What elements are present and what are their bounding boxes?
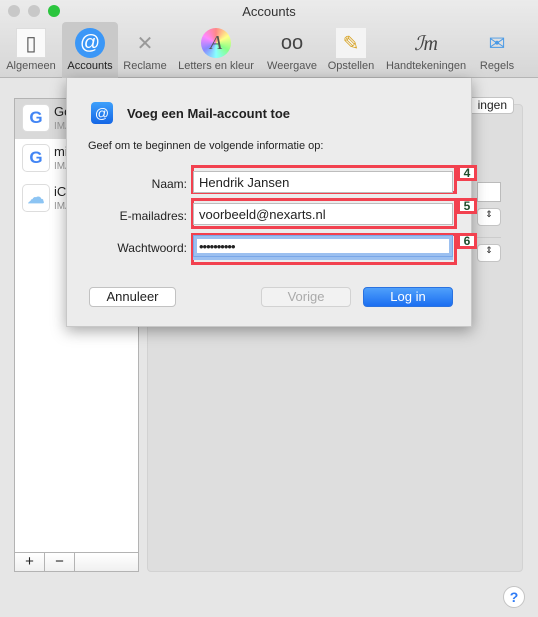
sheet-subtitle: Geef om te beginnen de volgende informat… (88, 140, 324, 152)
google-icon: G (22, 104, 50, 132)
window-title: Accounts (242, 4, 296, 19)
email-label: E-mailadres: (119, 209, 187, 223)
title-bar: Accounts ▯ Algemeen @ Accounts ✕ Reclame AL… (0, 0, 538, 78)
back-button[interactable]: Vorige (261, 287, 351, 307)
login-button[interactable]: Log in (363, 287, 453, 307)
tab-label: Reclame (123, 60, 167, 72)
step-badge: 5 (457, 198, 477, 214)
remove-account-button[interactable]: − (45, 553, 75, 571)
add-account-button[interactable]: + (15, 553, 45, 571)
tab-letters-en-kleur[interactable]: A Letters en kleur (172, 22, 260, 78)
tab-weergave[interactable]: oo Weergave (262, 22, 322, 78)
trash-icon: ✕ (136, 32, 154, 55)
rules-icon: ✉ (488, 32, 506, 55)
at-icon: @ (75, 28, 105, 58)
add-account-sheet: @ Voeg een Mail-account toe Geef om te b… (66, 78, 477, 327)
tab-label: Letters en kleur (178, 60, 254, 72)
glasses-icon: oo (280, 31, 304, 54)
divider (477, 237, 501, 238)
tab-label: Handtekeningen (385, 60, 467, 72)
tab-opstellen[interactable]: ✎ Opstellen (324, 22, 378, 78)
pencil-icon: ✎ (336, 28, 366, 58)
tab-algemeen[interactable]: ▯ Algemeen (2, 22, 60, 78)
step-badge: 6 (457, 233, 477, 249)
tab-label: Opstellen (327, 60, 375, 72)
tab-accounts[interactable]: @ Accounts (62, 22, 118, 78)
help-button[interactable]: ? (503, 586, 525, 608)
password-label: Wachtwoord: (117, 241, 187, 255)
tab-label: Accounts (67, 60, 113, 72)
icloud-icon: ☁ (22, 184, 50, 212)
google-icon: G (22, 144, 50, 172)
cancel-button[interactable]: Annuleer (89, 287, 176, 307)
tab-handtekeningen[interactable]: ℐm Handtekeningen (380, 22, 472, 78)
tab-label: Regels (479, 60, 515, 72)
tab-reclame[interactable]: ✕ Reclame (120, 22, 170, 78)
tab-regels[interactable]: ✉ Regels (474, 22, 520, 78)
name-label: Naam: (151, 177, 187, 191)
step-badge: 4 (457, 165, 477, 181)
at-icon: @ (91, 102, 113, 124)
sheet-title: Voeg een Mail-account toe (127, 106, 291, 121)
password-input[interactable]: •••••••••• (193, 235, 453, 257)
partial-popup[interactable]: ⇕ (477, 244, 501, 262)
email-input[interactable]: voorbeeld@nexarts.nl (193, 203, 453, 225)
signature-icon: ℐm (414, 32, 438, 55)
font-color-icon: A (201, 28, 231, 58)
switch-icon: ▯ (16, 28, 46, 58)
tab-label: Weergave (267, 60, 317, 72)
partial-popup[interactable]: ⇕ (477, 208, 501, 226)
tab-label: Algemeen (6, 60, 56, 72)
list-controls: + − (14, 552, 139, 572)
name-input[interactable]: Hendrik Jansen (193, 171, 453, 193)
partial-input[interactable] (477, 182, 501, 202)
